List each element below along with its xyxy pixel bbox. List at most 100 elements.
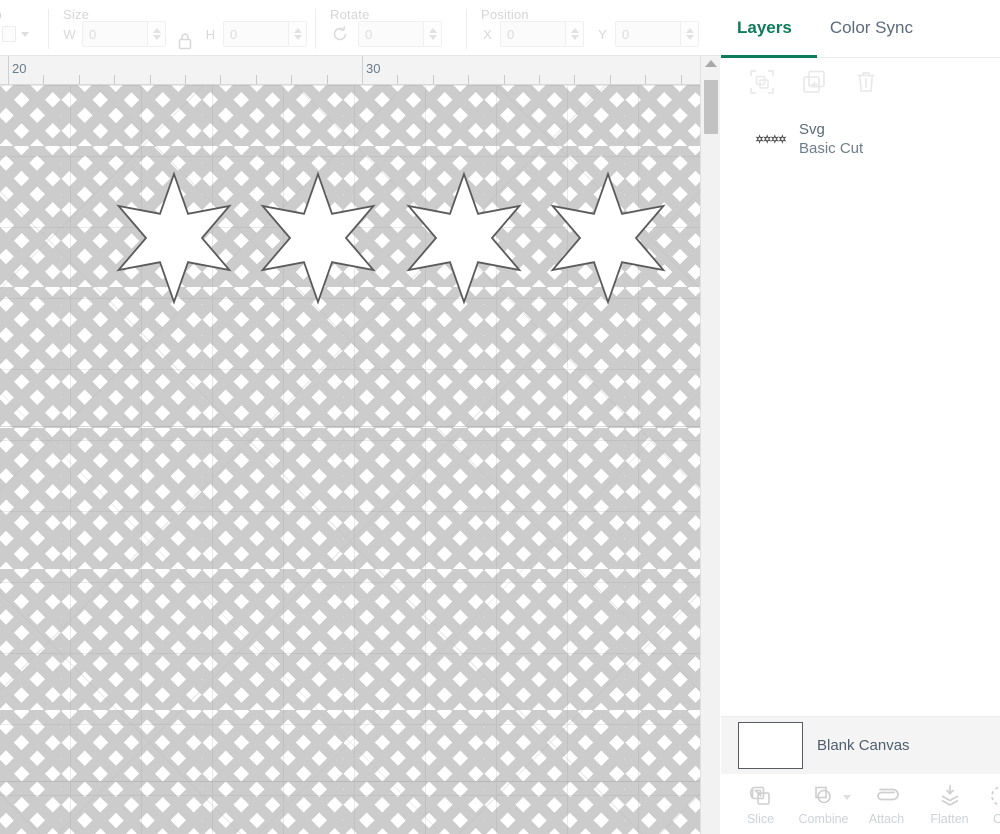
canvas-shapes[interactable] [0,85,700,834]
slice-icon [749,783,773,809]
width-stepper[interactable] [147,22,165,46]
canvas-vertical-scrollbar[interactable] [700,56,720,834]
bottom-tool-slice[interactable]: Slice [729,783,792,826]
design-canvas[interactable] [0,85,700,834]
rotate-label: Rotate [330,7,370,22]
bottom-tool-label: Co [993,811,1000,826]
stepper-down-icon[interactable] [685,35,694,40]
stepper-up-icon[interactable] [570,28,579,33]
size-label: Size [63,7,90,22]
flatten-icon [938,783,962,809]
bottom-tool-combine[interactable]: Combine [792,783,855,826]
rotate-input[interactable] [359,22,423,46]
stepper-down-icon[interactable] [428,35,437,40]
horizontal-ruler[interactable]: 20 30 [0,56,700,85]
rotate-stepper[interactable] [423,22,441,46]
rotate-field[interactable] [358,21,442,47]
stepper-up-icon[interactable] [685,28,694,33]
attach-icon [874,783,900,809]
blank-canvas-row[interactable]: Blank Canvas [721,716,1000,774]
layer-list: Svg Basic Cut [721,110,1000,163]
rotate-icon[interactable] [330,24,350,44]
stepper-up-icon[interactable] [152,28,161,33]
contour-icon [989,783,1000,809]
toolbar-divider [315,9,316,49]
width-field[interactable] [82,21,166,47]
width-input[interactable] [83,22,147,46]
chevron-down-icon[interactable] [843,794,851,800]
chevron-down-icon [21,31,29,37]
ruler-tick [539,75,540,84]
star-shape[interactable] [550,171,666,305]
panel-tabs: Layers Color Sync [721,0,1000,58]
pos-y-input[interactable] [616,22,680,46]
blank-canvas-label: Blank Canvas [817,737,910,754]
ruler-tick [645,75,646,84]
bottom-toolbar: Slice Combine Attach Flatten Co [721,774,1000,834]
ruler-tick [114,75,115,84]
stepper-up-icon[interactable] [293,28,302,33]
layer-title: Svg [799,121,825,138]
ruler-tick [574,75,575,84]
star-shape[interactable] [116,171,232,305]
height-input[interactable] [224,22,288,46]
pos-x-field[interactable] [500,21,584,47]
app-root: rp Size W [0,0,1000,834]
pos-y-field[interactable] [615,21,699,47]
aspect-lock-button[interactable] [172,6,198,55]
bottom-tool-flatten[interactable]: Flatten [918,783,981,826]
pos-x-letter: X [483,26,492,42]
bottom-tool-label: Attach [868,811,905,826]
rotate-group: Rotate [330,0,466,55]
duplicate-icon[interactable] [801,69,827,100]
warp-dropdown[interactable] [2,26,29,42]
ruler-major-tick [8,56,9,84]
active-tab-underline [721,55,817,58]
layer-text: Svg Basic Cut [799,122,863,157]
stepper-down-icon[interactable] [570,35,579,40]
ruler-tick [433,75,434,84]
ruler-tick [397,75,398,84]
scroll-up-icon[interactable] [704,60,717,67]
height-stepper[interactable] [288,22,306,46]
bottom-tool-label: Combine [798,811,849,826]
ruler-tick [79,75,80,84]
stepper-up-icon[interactable] [428,28,437,33]
scrollbar-thumb[interactable] [704,80,718,134]
bottom-tool-co[interactable]: Co [981,783,1000,826]
ruler-tick [43,75,44,84]
stepper-down-icon[interactable] [152,35,161,40]
ruler-tick [681,75,682,84]
tab-layers[interactable]: Layers [737,18,792,40]
ruler-tick [185,75,186,84]
warp-label: rp [0,7,2,22]
ruler-tick [291,75,292,84]
delete-icon[interactable] [853,69,879,100]
right-panel: Layers Color Sync Svg Basic Cut Blank Ca… [721,0,1000,834]
toolbar-divider [466,9,467,49]
ruler-tick [220,75,221,84]
layer-item[interactable]: Svg Basic Cut [721,116,1000,163]
pos-y-stepper[interactable] [680,22,698,46]
bottom-tool-label: Flatten [930,811,969,826]
layer-subtitle: Basic Cut [799,139,864,157]
star-shape[interactable] [406,171,522,305]
ruler-tick [256,75,257,84]
bottom-tool-attach[interactable]: Attach [855,783,918,826]
toolbar-divider [48,9,49,49]
warp-swatch [2,26,16,42]
star-shape[interactable] [260,171,376,305]
pos-y-letter: Y [598,26,607,42]
width-letter: W [63,26,76,42]
height-field[interactable] [223,21,307,47]
ruler-label: 20 [12,61,27,76]
ruler-major-tick [362,56,363,84]
pos-x-stepper[interactable] [565,22,583,46]
pos-x-input[interactable] [501,22,565,46]
ruler-tick [327,75,328,84]
stepper-down-icon[interactable] [293,35,302,40]
ruler-tick [504,75,505,84]
height-letter: H [205,26,216,42]
tab-color-sync[interactable]: Color Sync [830,18,913,40]
group-icon[interactable] [749,69,775,100]
